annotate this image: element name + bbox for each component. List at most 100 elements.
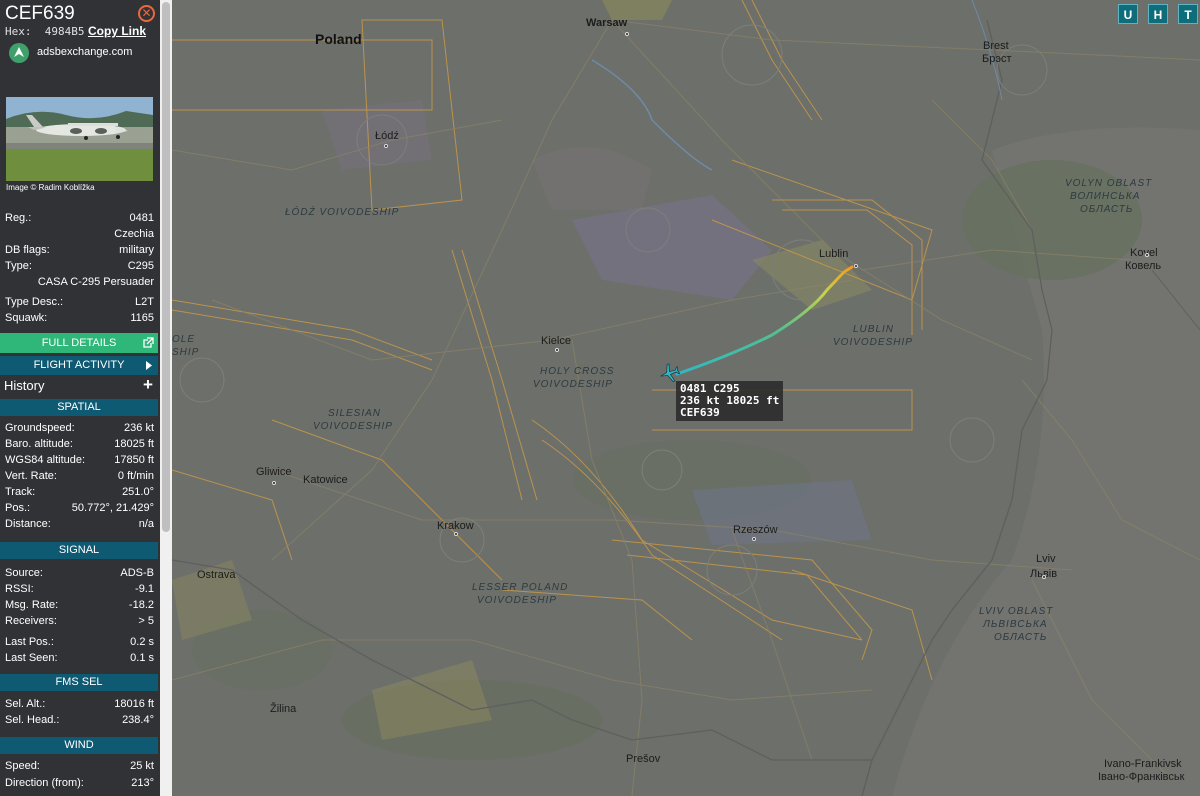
- spatial-row-value: 18025 ft: [114, 438, 154, 450]
- signal-row-label: Source:: [5, 567, 43, 579]
- type-row: Type: C295: [5, 260, 154, 274]
- wind-header: WIND: [0, 737, 158, 754]
- city-ivano-frankivsk: Ivano-Frankivsk: [1104, 758, 1182, 770]
- region-silesian: SILESIAN: [328, 408, 382, 419]
- full-details-label: FULL DETAILS: [41, 337, 117, 349]
- signal-row-value: ADS-B: [120, 567, 154, 579]
- full-details-button[interactable]: FULL DETAILS: [0, 333, 158, 353]
- city-ostrava: Ostrava: [197, 569, 236, 581]
- city-dot: [752, 537, 756, 541]
- region-volyn-cyr: ВОЛИНСЬКА: [1070, 191, 1141, 202]
- wind-row-label: Direction (from):: [5, 777, 84, 789]
- history-heading[interactable]: History: [4, 378, 44, 393]
- signal-row-value: 0.2 s: [130, 636, 154, 648]
- spatial-row-value: 236 kt: [124, 422, 154, 434]
- type-label: Type:: [5, 260, 32, 272]
- spatial-row: Baro. altitude: 18025 ft: [5, 438, 154, 452]
- region-lesser-poland: LESSER POLAND: [472, 582, 569, 593]
- signal-row-value: -18.2: [128, 599, 154, 611]
- trails-toggle-button[interactable]: T: [1178, 4, 1198, 24]
- signal-row-value: > 5: [138, 615, 154, 627]
- wind-row-value: 213°: [131, 777, 154, 789]
- spatial-row: Vert. Rate: 0 ft/min: [5, 470, 154, 484]
- dbflags-value: military: [119, 244, 154, 256]
- city-dot: [854, 264, 858, 268]
- signal-row: Source: ADS-B: [5, 567, 154, 581]
- fms-row-label: Sel. Head.:: [5, 714, 60, 726]
- hex-value: 4984B5: [44, 25, 85, 38]
- region-holy-cross: HOLY CROSS: [540, 366, 615, 377]
- city-lodz: Łódź: [375, 130, 399, 142]
- aircraft-photo[interactable]: [6, 97, 153, 181]
- city-krakow: Krakow: [437, 520, 474, 532]
- aircraft-label-line3: CEF639: [680, 406, 720, 419]
- region-volyn-cyr2: ОБЛАСТЬ: [1080, 204, 1134, 215]
- city-brest-cyr: Брэст: [982, 53, 1012, 65]
- adsbexchange-link[interactable]: adsbexchange.com: [37, 46, 132, 58]
- info-panel: CEF639 ✕ Hex: 4984B5 Copy Link adsbexcha…: [0, 0, 160, 796]
- city-rzeszow: Rzeszów: [733, 524, 778, 536]
- spatial-row-label: WGS84 altitude:: [5, 454, 86, 466]
- scroll-thumb[interactable]: [162, 2, 170, 532]
- region-silesian2: VOIVODESHIP: [313, 421, 393, 432]
- plus-icon[interactable]: +: [143, 375, 153, 395]
- city-dot: [1145, 253, 1149, 257]
- signal-header: SIGNAL: [0, 542, 158, 559]
- spatial-row: Groundspeed: 236 kt: [5, 422, 154, 436]
- flight-activity-button[interactable]: FLIGHT ACTIVITY: [0, 356, 158, 375]
- spatial-row-value: 251.0°: [122, 486, 154, 498]
- type-full-value: CASA C-295 Persuader: [37, 276, 154, 288]
- spatial-row: WGS84 altitude: 17850 ft: [5, 454, 154, 468]
- signal-row-value: -9.1: [135, 583, 154, 595]
- city-kovel-cyr: Ковель: [1125, 260, 1162, 272]
- callsign-title: CEF639: [5, 3, 75, 24]
- city-lviv: Lviv: [1036, 553, 1056, 565]
- spatial-row-label: Vert. Rate:: [5, 470, 57, 482]
- reg-row: Reg.: 0481: [5, 212, 154, 226]
- signal-row: Msg. Rate: -18.2: [5, 599, 154, 613]
- signal-row-label: Msg. Rate:: [5, 599, 59, 611]
- typedesc-value: L2T: [135, 296, 154, 308]
- adsbexchange-logo-icon[interactable]: [9, 43, 29, 63]
- fms-row-label: Sel. Alt.:: [5, 698, 46, 710]
- city-brest: Brest: [983, 40, 1009, 52]
- wind-row: Direction (from): 213°: [5, 777, 154, 791]
- city-lublin: Lublin: [819, 248, 849, 260]
- hide-toggle-button[interactable]: H: [1148, 4, 1168, 24]
- flight-activity-label: FLIGHT ACTIVITY: [33, 359, 125, 371]
- city-kovel: Kovel: [1130, 247, 1158, 259]
- wind-row: Speed: 25 kt: [5, 760, 154, 774]
- signal-row-label: Last Seen:: [5, 652, 58, 664]
- fms-row: Sel. Head.: 238.4°: [5, 714, 154, 728]
- spatial-row: Pos.: 50.772°, 21.429°: [5, 502, 154, 516]
- region-lesser-poland2: VOIVODESHIP: [477, 595, 557, 606]
- sidebar-scrollbar[interactable]: [160, 0, 172, 796]
- city-dot: [625, 32, 629, 36]
- signal-row: Last Seen: 0.1 s: [5, 652, 154, 666]
- spatial-row-value: n/a: [138, 518, 154, 530]
- fms-header: FMS SEL: [0, 674, 158, 691]
- typedesc-row: Type Desc.: L2T: [5, 296, 154, 310]
- spatial-row-label: Baro. altitude:: [5, 438, 73, 450]
- city-gliwice: Gliwice: [256, 466, 292, 478]
- aircraft-label[interactable]: 0481 C295 236 kt 18025 ft CEF639: [676, 381, 784, 421]
- spatial-header: SPATIAL: [0, 399, 158, 416]
- units-toggle-button[interactable]: U: [1118, 4, 1138, 24]
- map-view[interactable]: 0481 C295 236 kt 18025 ft CEF639 U H T W…: [172, 0, 1200, 796]
- city-warsaw: Warsaw: [586, 17, 628, 29]
- spatial-row-value: 17850 ft: [114, 454, 154, 466]
- hex-label: Hex:: [5, 25, 32, 38]
- region-lublin2: VOIVODESHIP: [833, 337, 913, 348]
- signal-row-label: RSSI:: [5, 583, 34, 595]
- squawk-label: Squawk:: [5, 312, 48, 324]
- typedesc-label: Type Desc.:: [5, 296, 64, 308]
- spatial-row-label: Track:: [5, 486, 36, 498]
- fms-row-value: 238.4°: [122, 714, 154, 726]
- fms-row-value: 18016 ft: [114, 698, 154, 710]
- close-icon[interactable]: ✕: [138, 5, 155, 22]
- squawk-value: 1165: [130, 312, 154, 324]
- city-presov: Prešov: [626, 753, 661, 765]
- spatial-row-value: 0 ft/min: [117, 470, 154, 482]
- copy-link[interactable]: Copy Link: [88, 24, 146, 38]
- signal-row: Receivers: > 5: [5, 615, 154, 629]
